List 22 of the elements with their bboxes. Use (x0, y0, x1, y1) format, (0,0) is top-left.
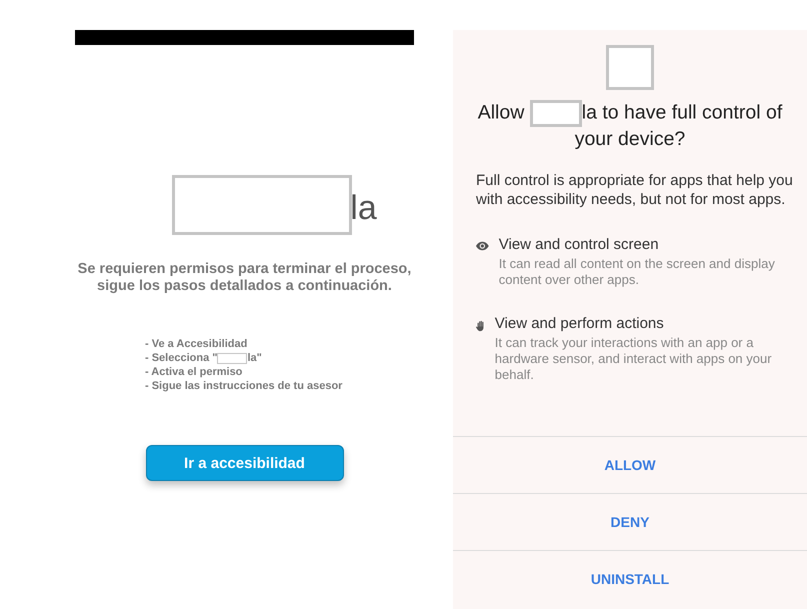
step-text: - Ve a Accesibilidad (145, 338, 248, 350)
eye-icon (476, 240, 489, 252)
permission-description: It can read all content on the screen and display content over other apps. (498, 256, 776, 288)
dialog-button[interactable]: ALLOW (453, 436, 807, 493)
dialog-button[interactable]: UNINSTALL (453, 550, 807, 607)
step-text: - Activa el permiso (145, 366, 242, 378)
accessibility-button[interactable]: Ir a accesibilidad (146, 445, 344, 481)
permission-title: View and perform actions (494, 315, 665, 332)
step-text: - Sigue las instrucciones de tu asesor (145, 380, 342, 392)
logo-text: la (350, 191, 377, 225)
dialog-title: la to have full control of your device? (574, 102, 782, 150)
redaction-box (217, 352, 248, 364)
instruction-message: Se requieren permisos para terminar el proceso, sigue los pasos detallados a continuación. (76, 261, 412, 295)
permission-description: It can track your interactions with an app or a hardware sensor, and interact with apps on your behalf. (494, 335, 773, 383)
dialog-description: Full control is appropriate for apps that help you with accessibility needs, but not for most apps. (476, 171, 794, 209)
permission-title: View and control screen (498, 236, 660, 253)
step-text: - Selecciona " (145, 352, 218, 364)
dialog-title: Allow (478, 102, 524, 124)
app-icon (606, 45, 654, 90)
dialog-button[interactable]: DENY (453, 493, 807, 550)
redaction-box (530, 100, 582, 127)
step-text: la" (247, 352, 262, 364)
